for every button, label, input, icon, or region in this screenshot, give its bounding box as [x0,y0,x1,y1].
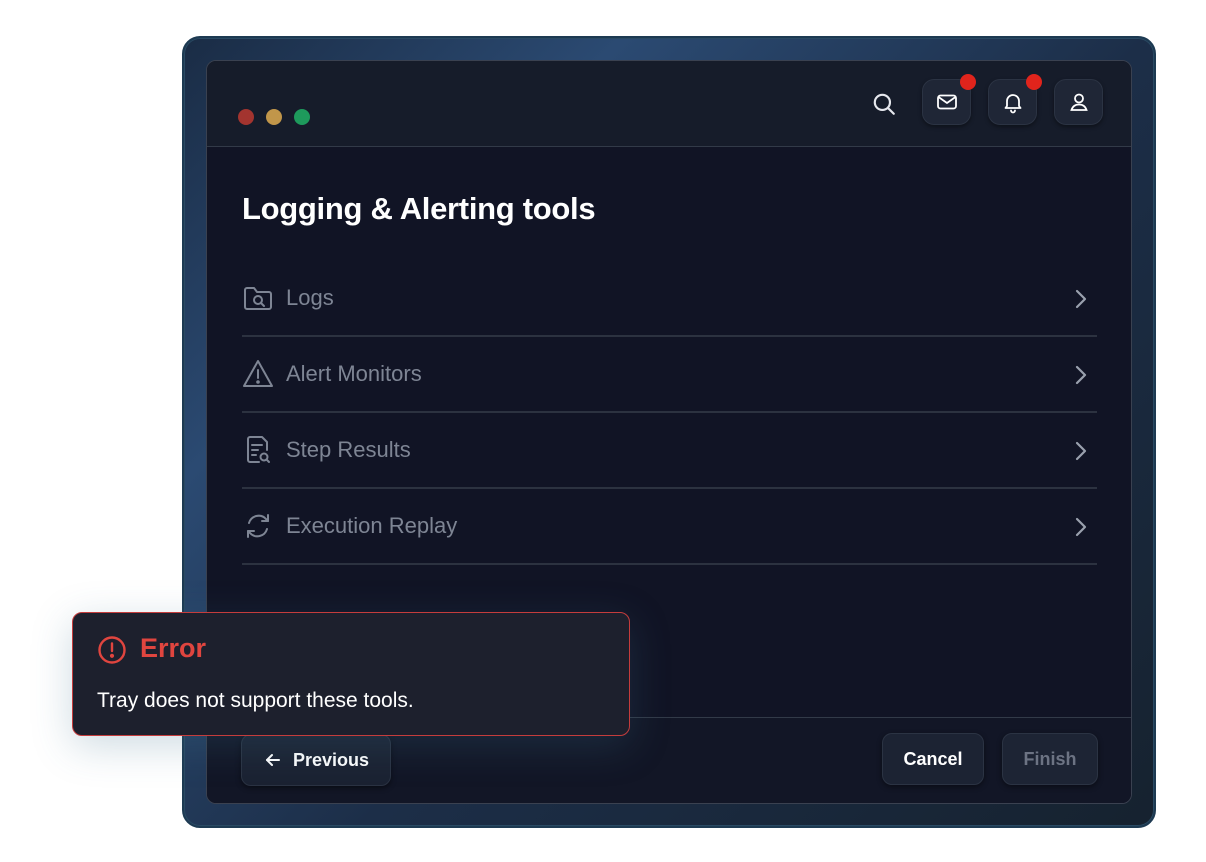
list-item-alert-monitors[interactable]: Alert Monitors [242,337,1097,413]
list-item-label: Step Results [286,437,411,462]
maximize-window-dot[interactable] [294,109,310,125]
mail-icon [936,94,957,110]
toast-message: Tray does not support these tools. [97,689,414,712]
error-toast: Error Tray does not support these tools. [72,612,630,736]
previous-button[interactable]: Previous [241,734,391,786]
warning-icon [242,358,274,390]
refresh-icon [242,510,274,542]
bell-icon [1004,94,1021,114]
finish-button[interactable]: Finish [1002,733,1098,785]
list-item-execution-replay[interactable]: Execution Replay [242,489,1097,565]
list-item-step-results[interactable]: Step Results [242,413,1097,489]
user-icon [1069,93,1088,111]
list-item-label: Logs [286,285,334,310]
error-icon [98,636,126,664]
search-icon [873,93,895,115]
chevron-right-icon [1075,517,1087,537]
arrow-left-icon [265,754,280,766]
chevron-right-icon [1075,365,1087,385]
chevron-right-icon [1075,289,1087,309]
profile-button[interactable] [1054,79,1103,125]
page-title: Logging & Alerting tools [242,191,596,226]
tools-list: Logs Alert Monitors Step Results Executi… [242,261,1097,565]
minimize-window-dot[interactable] [266,109,282,125]
folder-search-icon [242,282,274,314]
mail-badge [960,74,976,90]
notification-badge [1026,74,1042,90]
chevron-right-icon [1075,441,1087,461]
document-search-icon [242,434,274,466]
notifications-button[interactable] [988,74,1042,125]
title-bar [207,61,1131,147]
list-item-label: Execution Replay [286,513,458,538]
previous-label: Previous [292,749,370,770]
search-button[interactable] [867,87,901,121]
close-window-dot[interactable] [238,109,254,125]
list-item-logs[interactable]: Logs [242,261,1097,337]
mail-button[interactable] [922,74,976,125]
cancel-button[interactable]: Cancel [882,733,984,785]
list-item-label: Alert Monitors [286,361,422,386]
toast-title: Error [140,633,207,663]
